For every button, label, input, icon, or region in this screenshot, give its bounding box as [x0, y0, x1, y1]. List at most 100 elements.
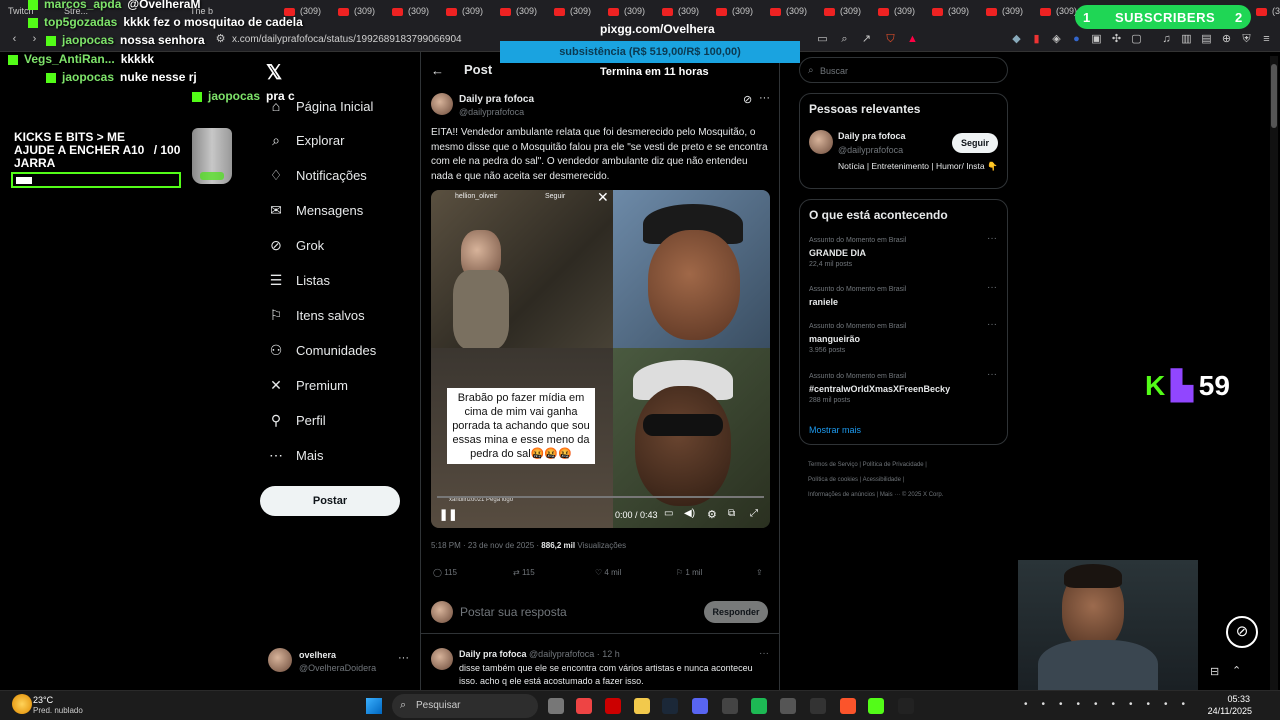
browser-tab[interactable]: (309)	[500, 6, 537, 22]
avatar[interactable]	[809, 130, 833, 154]
video-progress-track[interactable]	[437, 496, 764, 498]
browser-tab[interactable]: (309)	[446, 6, 483, 22]
steam-icon[interactable]	[662, 698, 678, 714]
more-icon[interactable]: ···	[987, 233, 997, 244]
author-name[interactable]: Daily pra fofoca	[459, 94, 534, 105]
files-icon[interactable]	[548, 698, 564, 714]
nav-item-x-premium[interactable]: ✕ Premium	[268, 374, 348, 396]
browser-tab[interactable]: (309)	[554, 6, 591, 22]
screen-icon[interactable]: ▭	[816, 33, 829, 46]
extension-icon[interactable]: ▮	[1030, 33, 1043, 46]
more-icon[interactable]: ···	[987, 369, 997, 380]
nav-item-search[interactable]: ⌕ Explorar	[268, 130, 344, 152]
monitor-icon[interactable]: •	[1147, 699, 1151, 710]
extension-icon[interactable]: ●	[1070, 33, 1083, 46]
nav-item-more[interactable]: ⋯ Mais	[268, 444, 323, 466]
vpn-icon[interactable]: ⊕	[1220, 33, 1233, 46]
spotify-icon[interactable]	[751, 698, 767, 714]
footer-line[interactable]: Informações de anúncios | Mais ··· © 202…	[808, 488, 1008, 503]
browser-tab[interactable]: (309)	[1040, 6, 1077, 22]
person-name[interactable]: Daily pra fofoca	[838, 131, 906, 141]
play-icon[interactable]: •	[1059, 699, 1063, 710]
footer-line[interactable]: Política de cookies | Acessibilidade |	[808, 473, 1008, 488]
browser-tab[interactable]: (309)	[878, 6, 915, 22]
nav-item-bookmark[interactable]: ⚐ Itens salvos	[268, 304, 365, 326]
reply-button[interactable]: Responder	[704, 601, 768, 623]
opera-icon[interactable]	[605, 698, 621, 714]
pause-icon[interactable]: ❚❚	[439, 508, 457, 521]
shield-icon[interactable]: ⛨	[1240, 33, 1253, 46]
brave-icon[interactable]	[840, 698, 856, 714]
browser-tab[interactable]: (309)	[716, 6, 753, 22]
trend-item[interactable]: Assunto do Momento em Brasil #centralwOrl…	[809, 369, 999, 404]
trend-item[interactable]: Assunto do Momento em Brasil mangueirão 3.…	[809, 319, 999, 354]
grok-chat-icon[interactable]: ⊘	[1226, 616, 1258, 648]
wallet-icon[interactable]: ▤	[1200, 33, 1213, 46]
record-icon[interactable]: •	[1077, 699, 1081, 710]
show-more-link[interactable]: Mostrar mais	[809, 425, 861, 435]
clock-date[interactable]: 24/11/2025	[1202, 706, 1252, 716]
extension-icon[interactable]: ▣	[1090, 33, 1103, 46]
menu-icon[interactable]: ≡	[1260, 33, 1273, 46]
search-input[interactable]: ⌕ Buscar	[799, 57, 1008, 83]
captions-icon[interactable]: ▭	[664, 508, 673, 519]
avatar[interactable]	[431, 93, 453, 115]
browser-tab[interactable]: (309)	[608, 6, 645, 22]
browser-tab[interactable]: (309)	[986, 6, 1023, 22]
browser-tab[interactable]: (309)	[824, 6, 861, 22]
more-icon[interactable]: ···	[759, 92, 770, 104]
browser-tab[interactable]: (309)	[932, 6, 969, 22]
media-icon[interactable]: ♫	[1160, 33, 1173, 46]
back-arrow-icon[interactable]: ←	[431, 63, 444, 78]
weather-icon[interactable]	[12, 694, 32, 714]
steam-icon[interactable]: •	[1094, 699, 1098, 710]
bluetooth-icon[interactable]: •	[1112, 699, 1116, 710]
video-player[interactable]: hellion_oliveir Seguir ✕ Brabão po fazer…	[431, 190, 770, 528]
trend-item[interactable]: Assunto do Momento em Brasil GRANDE DIA 22…	[809, 233, 999, 268]
trend-item[interactable]: Assunto do Momento em Brasil raniele ···	[809, 282, 999, 310]
nav-item-list[interactable]: ☰ Listas	[268, 270, 330, 292]
screenshot-icon[interactable]: ▢	[1130, 33, 1143, 46]
pip-icon[interactable]: ⧉	[728, 508, 735, 519]
extension-icon[interactable]: ◈	[1050, 33, 1063, 46]
chrome-icon[interactable]	[576, 698, 592, 714]
clock-time[interactable]: 05:33	[1202, 694, 1250, 704]
post-button[interactable]: Postar	[260, 486, 400, 516]
reply-icon[interactable]: ⊟	[1210, 665, 1219, 678]
author-handle[interactable]: @dailyprafofoca	[459, 107, 524, 117]
browser-tab[interactable]: (309)	[770, 6, 807, 22]
follow-button[interactable]: Seguir	[952, 133, 998, 153]
nav-item-mail[interactable]: ✉ Mensagens	[268, 200, 363, 222]
more-icon[interactable]: ···	[987, 319, 997, 330]
browser-tab[interactable]: (309)	[662, 6, 699, 22]
account-switcher[interactable]: ovelhera @OvelheraDoidera ···	[268, 648, 413, 676]
kick-icon[interactable]	[868, 698, 884, 714]
repost-action[interactable]: ⇄ 115	[513, 568, 535, 577]
footer-line[interactable]: Termos de Serviço | Política de Privacid…	[808, 458, 1008, 473]
taskbar-search[interactable]: ⌕ Pesquisar	[392, 694, 538, 718]
reply-input[interactable]: Postar sua resposta	[460, 605, 567, 619]
share-icon[interactable]: ↗	[860, 33, 873, 46]
app-icon[interactable]	[722, 698, 738, 714]
grok-icon[interactable]: ⊘	[743, 93, 752, 106]
nav-item-grok[interactable]: ⊘ Grok	[268, 235, 324, 257]
extension-icon[interactable]: ◆	[1010, 33, 1023, 46]
nav-item-bell[interactable]: ♢ Notificações	[268, 165, 367, 187]
settings-icon[interactable]: ⚙	[707, 508, 717, 521]
nav-item-community[interactable]: ⚇ Comunidades	[268, 339, 377, 361]
browser-tab[interactable]: (309)	[392, 6, 429, 22]
brave-shield-icon[interactable]: ⛉	[884, 33, 897, 46]
browser-tab[interactable]: (309)	[1256, 6, 1280, 22]
more-icon[interactable]: ···	[759, 648, 769, 659]
like-action[interactable]: ♡ 4 mil	[595, 568, 621, 577]
scroll-top-icon[interactable]: ⌃	[1232, 664, 1241, 677]
mic-icon[interactable]: •	[1129, 699, 1133, 710]
zoom-icon[interactable]: ⌕	[838, 33, 851, 46]
volume-icon[interactable]: •	[1164, 699, 1168, 710]
close-icon[interactable]: ✕	[597, 190, 609, 206]
refresh-icon[interactable]: •	[1042, 699, 1046, 710]
puzzle-icon[interactable]: ✣	[1110, 33, 1123, 46]
bookmark-action[interactable]: ⚐ 1 mil	[676, 568, 702, 577]
battery-icon[interactable]: •	[1182, 699, 1186, 710]
reply-action[interactable]: ◯ 115	[433, 568, 457, 577]
